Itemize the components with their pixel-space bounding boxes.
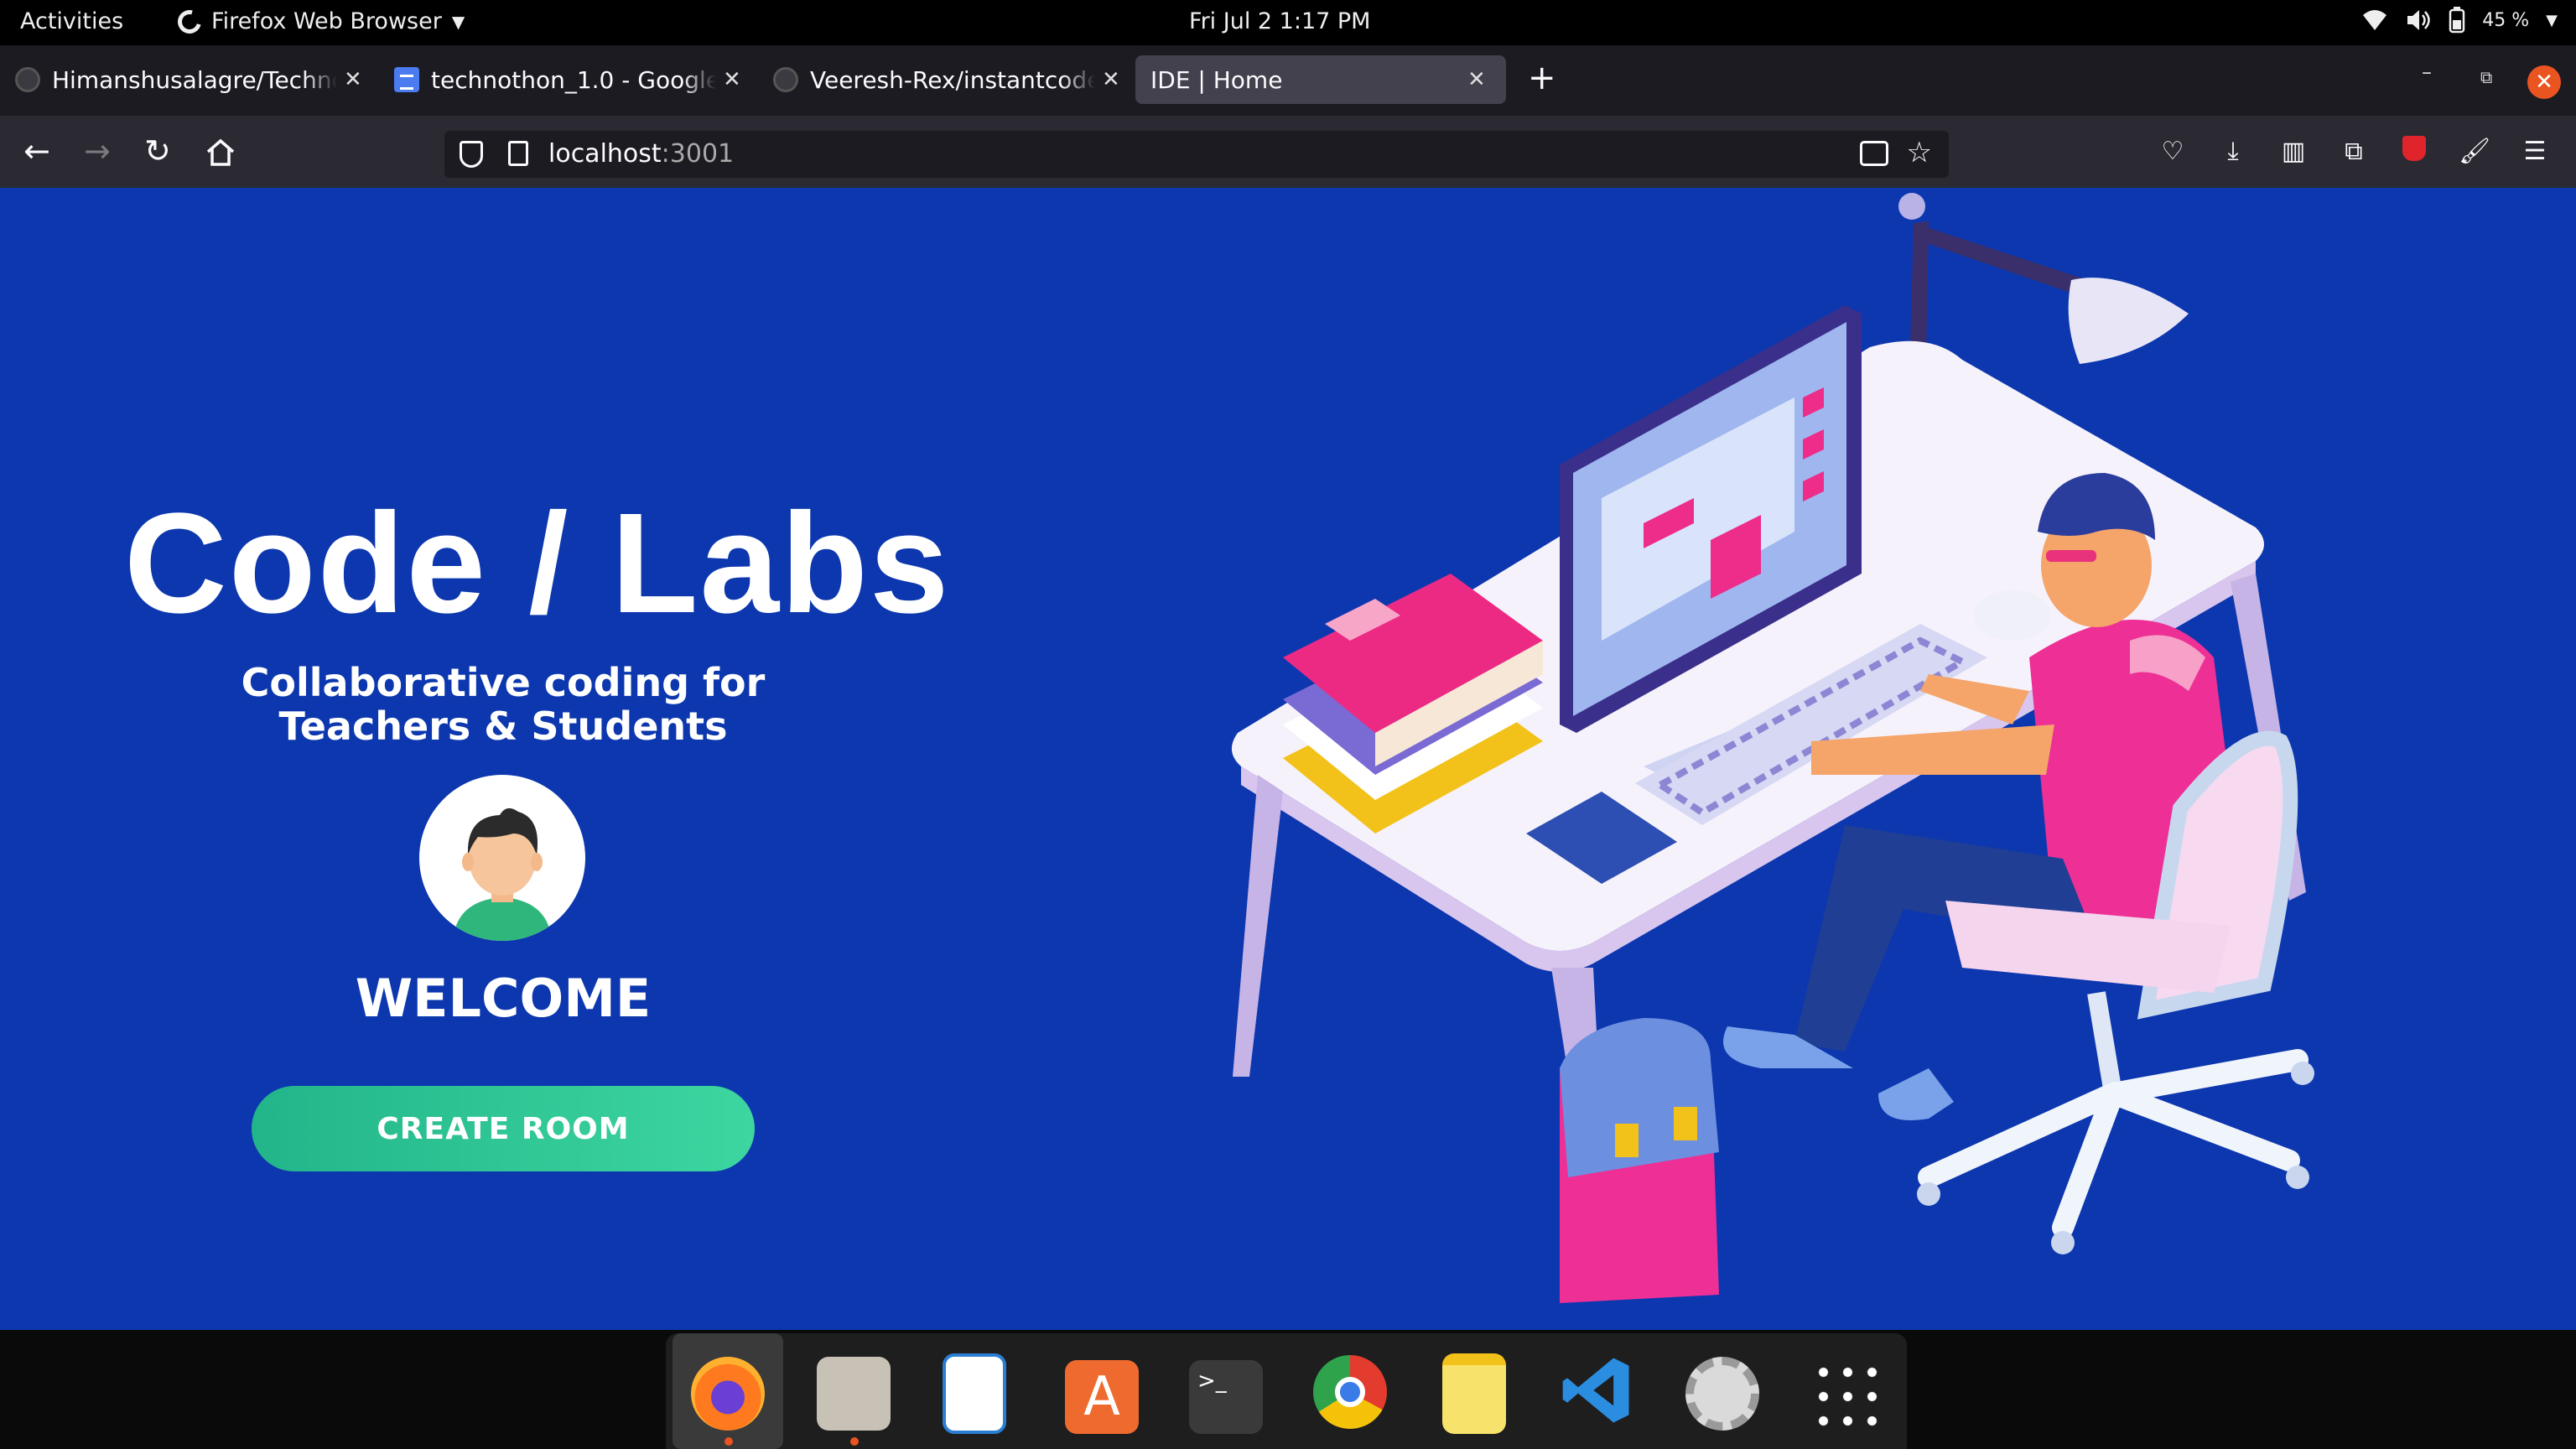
tab-github-techno[interactable]: Himanshusalagre/Techno ✕ — [0, 55, 377, 104]
activities-button[interactable]: Activities — [20, 8, 123, 34]
user-avatar-icon — [453, 808, 552, 941]
reader-view-icon[interactable] — [1860, 141, 1888, 166]
tab-google-docs[interactable]: technothon_1.0 - Google ✕ — [379, 55, 756, 104]
tab-github-instantcode[interactable]: Veeresh-Rex/instantcode ✕ — [758, 55, 1135, 104]
close-tab-icon[interactable]: ✕ — [723, 67, 741, 92]
tracking-protection-shield-icon[interactable] — [460, 141, 483, 168]
downloads-icon[interactable]: ⤓ — [2217, 136, 2249, 168]
welcome-heading: WELCOME — [355, 968, 652, 1029]
color-picker-extension-icon[interactable]: 🖌 — [2459, 136, 2490, 168]
battery-icon — [2449, 7, 2465, 34]
wifi-icon — [2363, 10, 2387, 30]
create-room-button[interactable]: CREATE ROOM — [252, 1086, 755, 1171]
close-window-button[interactable]: ✕ — [2527, 65, 2561, 99]
settings-icon[interactable] — [1685, 1357, 1759, 1431]
github-icon — [773, 67, 798, 92]
pocket-icon[interactable]: ♡ — [2157, 136, 2189, 168]
dock — [0, 1330, 2576, 1449]
battery-percent: 45 % — [2482, 9, 2530, 31]
power-menu-arrow-icon: ▼ — [2546, 11, 2558, 29]
app-grid-icon[interactable] — [1811, 1360, 1885, 1434]
notes-icon[interactable] — [1442, 1353, 1506, 1434]
chevron-down-icon: ▼ — [451, 11, 465, 32]
subtitle-line-1: Collaborative coding for — [241, 660, 766, 705]
close-tab-icon[interactable]: ✕ — [1467, 67, 1486, 92]
system-top-bar: Activities Firefox Web Browser ▼ Fri Jul… — [0, 0, 2576, 45]
page-content: Code / Labs Collaborative coding for Tea… — [0, 188, 2576, 1330]
restore-window-icon[interactable]: ⧉ — [2480, 67, 2492, 87]
hamburger-menu-icon[interactable]: ☰ — [2519, 136, 2551, 168]
libreoffice-writer-icon[interactable] — [943, 1353, 1006, 1434]
app-menu-label: Firefox Web Browser — [211, 8, 442, 34]
volume-icon — [2407, 10, 2430, 30]
terminal-icon[interactable]: >_ — [1189, 1360, 1263, 1434]
page-title: Code / Labs — [124, 484, 951, 643]
files-icon[interactable] — [817, 1357, 891, 1446]
firefox-icon[interactable] — [691, 1357, 765, 1446]
software-center-icon[interactable]: A — [1065, 1360, 1139, 1434]
computer-mouse — [1974, 590, 2051, 641]
url-host: localhost — [548, 139, 662, 169]
home-icon[interactable] — [205, 138, 236, 168]
backpack — [1560, 1018, 1719, 1303]
chrome-icon[interactable] — [1313, 1355, 1387, 1429]
clock[interactable]: Fri Jul 2 1:17 PM — [1189, 8, 1370, 34]
reload-icon[interactable]: ↻ — [144, 132, 171, 169]
app-menu[interactable]: Firefox Web Browser ▼ — [173, 5, 465, 38]
tab-ide-home[interactable]: IDE | Home ✕ — [1135, 55, 1506, 104]
close-tab-icon[interactable]: ✕ — [1102, 67, 1120, 92]
sidebar-icon[interactable]: ▥ — [2277, 136, 2309, 168]
minimize-window-icon[interactable]: – — [2422, 60, 2432, 84]
vscode-icon[interactable] — [1560, 1353, 1633, 1427]
back-arrow-icon[interactable]: ← — [23, 132, 50, 169]
tab-title: IDE | Home — [1150, 65, 1283, 94]
tab-title: Veeresh-Rex/instantcode — [810, 65, 1095, 94]
avatar — [419, 775, 585, 941]
url-bar[interactable]: localhost:3001 ☆ — [444, 131, 1949, 178]
close-tab-icon[interactable]: ✕ — [344, 67, 362, 92]
url-text[interactable]: localhost:3001 — [548, 139, 734, 169]
page-subtitle: Collaborative coding for Teachers & Stud… — [168, 661, 839, 748]
url-port: :3001 — [661, 139, 735, 169]
extension-icon[interactable]: ⧉ — [2338, 136, 2370, 168]
bookmark-star-icon[interactable]: ☆ — [1907, 136, 1932, 169]
system-tray[interactable]: 45 % ▼ — [2361, 7, 2558, 34]
new-tab-button[interactable]: + — [1528, 59, 1556, 97]
github-icon — [15, 67, 40, 92]
ublock-extension-icon[interactable] — [2398, 136, 2430, 168]
google-docs-icon — [394, 67, 419, 92]
developer-desk-illustration — [1231, 193, 2314, 1303]
page-info-icon[interactable] — [508, 141, 528, 166]
tab-title: Himanshusalagre/Techno — [52, 65, 337, 94]
tab-title: technothon_1.0 - Google — [431, 65, 716, 94]
subtitle-line-2: Teachers & Students — [278, 704, 728, 749]
forward-arrow-icon[interactable]: → — [84, 132, 111, 169]
firefox-icon — [173, 5, 206, 38]
